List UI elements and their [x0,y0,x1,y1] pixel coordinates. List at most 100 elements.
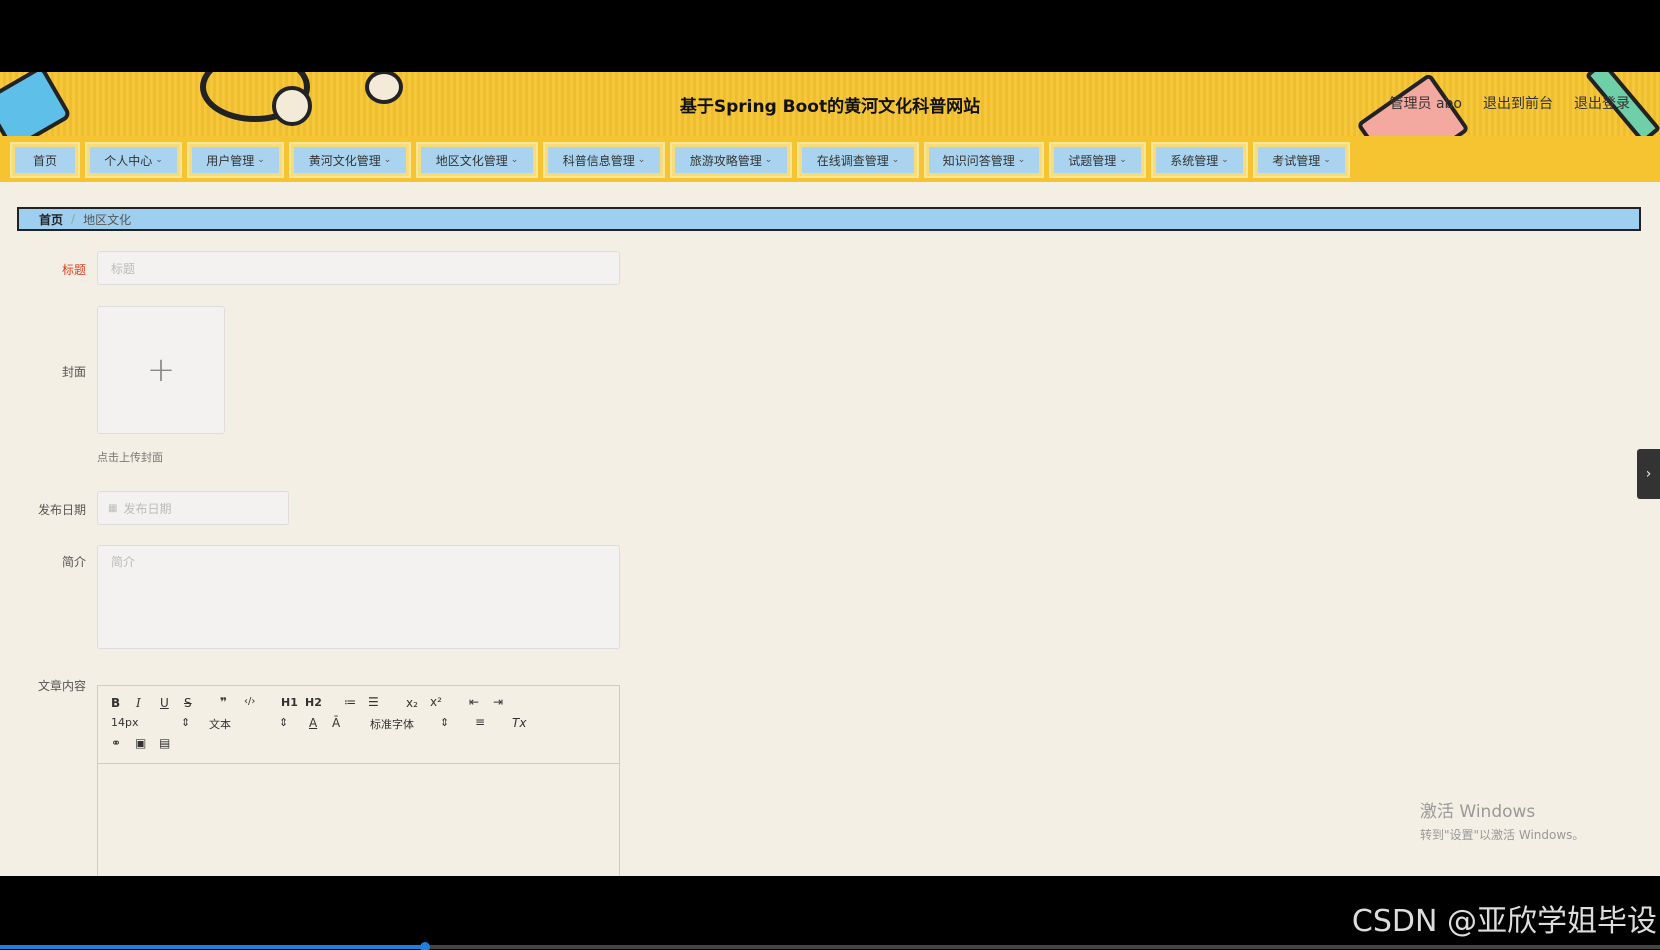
content-label: 文章内容 [37,679,86,693]
code-button[interactable]: ‹/› [244,696,255,707]
align-button[interactable]: ≡ [475,715,485,729]
nav-item-label: 系统管理 [1170,153,1219,168]
ordered-list-button[interactable]: ≔ [344,695,356,709]
nav-item-online-survey[interactable]: 在线调查管理 ⌄ [797,142,919,178]
nav-item-yellow-river-culture[interactable]: 黄河文化管理 ⌄ [289,142,411,178]
subscript-button[interactable]: x₂ [406,696,418,710]
watermark-line1: 激活 Windows [1420,802,1536,822]
text-color-button[interactable]: A [309,716,317,730]
breadcrumb-home[interactable]: 首页 [39,211,63,228]
date-placeholder: 发布日期 [123,501,172,516]
header-select[interactable]: 文本 ⇕ [209,716,294,732]
nav-item-inner: 地区文化管理 ⌄ [421,147,533,173]
bullet-list-button[interactable]: ☰ [368,695,379,709]
nav-item-knowledge-qa[interactable]: 知识问答管理 ⌄ [924,142,1044,178]
nav-item-inner: 首页 [15,147,75,173]
logout-link[interactable]: 退出登录 [1574,93,1630,113]
intro-textarea[interactable]: 简介 [97,545,620,649]
editor-toolbar: B I U S ❞ ‹/› H1 H2 ≔ ☰ x₂ x² ⇤ ⇥ 14px ⇕ [98,686,619,764]
watermark-line2: 转到"设置"以激活 Windows。 [1420,828,1585,842]
chevron-down-icon: ⌄ [1323,155,1331,165]
nav-item-inner: 系统管理 ⌄ [1156,147,1243,173]
breadcrumb-current: 地区文化 [83,212,132,227]
image-button[interactable]: ▣ [135,736,146,750]
strike-button[interactable]: S [184,696,192,710]
nav-item-inner: 考试管理 ⌄ [1258,147,1345,173]
date-label: 发布日期 [37,503,86,517]
nav-item-regional-culture[interactable]: 地区文化管理 ⌄ [416,142,538,178]
back-to-front-link[interactable]: 退出到前台 [1483,93,1553,113]
breadcrumb-separator: / [71,212,76,226]
nav-item-science-info[interactable]: 科普信息管理 ⌄ [543,142,665,178]
side-panel-toggle[interactable]: › [1637,449,1660,499]
chevron-down-icon: ⌄ [764,155,773,165]
cover-label: 封面 [61,365,86,379]
intro-label: 简介 [61,555,86,569]
nav-item-inner: 个人中心 ⌄ [90,147,177,173]
chevron-down-icon: ⌄ [155,155,163,165]
superscript-button[interactable]: x² [430,695,442,709]
chevron-down-icon: ⌄ [891,155,900,165]
font-family-select[interactable]: 标准字体 ⇕ [370,716,455,732]
nav-item-label: 科普信息管理 [562,153,635,168]
updown-icon: ⇕ [279,716,289,729]
nav-item-label: 用户管理 [206,153,255,168]
nav-item-inner: 在线调查管理 ⌄ [802,147,914,173]
h1-button[interactable]: H1 [281,696,298,709]
header-value: 文本 [209,718,231,731]
video-progress-handle[interactable] [419,942,430,950]
rich-text-editor: B I U S ❞ ‹/› H1 H2 ≔ ☰ x₂ x² ⇤ ⇥ 14px ⇕ [97,685,620,876]
plus-icon: + [146,350,176,390]
date-picker[interactable]: ▦ 发布日期 [97,491,289,525]
nav-item-home[interactable]: 首页 [10,142,80,178]
bold-button[interactable]: B [111,696,120,710]
nav-item-inner: 用户管理 ⌄ [192,147,279,173]
clear-format-button[interactable]: Tx [512,716,526,730]
nav-item-inner: 试题管理 ⌄ [1054,147,1141,173]
site-header: 基于Spring Boot的黄河文化科普网站 管理员 abo 退出到前台 退出登… [0,72,1660,136]
outdent-button[interactable]: ⇤ [469,695,479,709]
nav-item-label: 在线调查管理 [816,153,889,168]
nav-item-travel-guides[interactable]: 旅游攻略管理 ⌄ [670,142,792,178]
nav-item-profile[interactable]: 个人中心 ⌄ [85,142,182,178]
nav-item-inner: 科普信息管理 ⌄ [548,147,660,173]
underline-button[interactable]: U [160,696,169,710]
breadcrumb: 首页 / 地区文化 [17,207,1641,231]
main-nav: 首页 个人中心 ⌄ 用户管理 ⌄ 黄河文化管理 ⌄ 地区文化管理 ⌄ 科普信息管理 ⌄ 旅… [0,136,1660,182]
link-button[interactable]: ⚭ [111,736,121,750]
font-size-value: 14px [111,716,139,729]
nav-item-label: 地区文化管理 [435,153,508,168]
calendar-icon: ▦ [108,502,118,514]
csdn-watermark: CSDN @亚欣学姐毕设 [1351,904,1657,939]
nav-item-label: 试题管理 [1068,153,1117,168]
title-input[interactable]: 标题 [97,251,620,285]
cover-upload-hint: 点击上传封面 [97,451,163,464]
chevron-down-icon: ⌄ [1017,155,1026,165]
indent-button[interactable]: ⇥ [493,695,503,709]
editor-content-area[interactable] [98,764,619,876]
title-label: 标题 [61,263,86,277]
quote-button[interactable]: ❞ [220,695,227,709]
nav-item-label: 旅游攻略管理 [689,153,762,168]
nav-item-exams[interactable]: 考试管理 ⌄ [1253,142,1350,178]
nav-item-users[interactable]: 用户管理 ⌄ [187,142,284,178]
nav-item-label: 首页 [32,153,57,168]
chevron-down-icon: ⌄ [257,155,265,165]
chevron-right-icon: › [1645,466,1652,482]
updown-icon: ⇕ [181,716,191,729]
video-progress-fill [0,945,425,949]
admin-app: 基于Spring Boot的黄河文化科普网站 管理员 abo 退出到前台 退出登… [0,72,1660,876]
nav-item-system[interactable]: 系统管理 ⌄ [1151,142,1248,178]
font-size-select[interactable]: 14px ⇕ [111,716,196,729]
background-color-button[interactable]: Ā [332,716,340,730]
italic-button[interactable]: I [136,696,141,710]
nav-item-label: 知识问答管理 [942,153,1015,168]
video-progress-bar[interactable] [0,942,1660,950]
video-button[interactable]: ▤ [159,736,170,750]
nav-item-label: 个人中心 [104,153,153,168]
font-family-value: 标准字体 [370,718,414,731]
nav-item-questions[interactable]: 试题管理 ⌄ [1049,142,1146,178]
h2-button[interactable]: H2 [305,696,322,709]
cover-upload[interactable]: + [97,306,225,434]
nav-item-label: 考试管理 [1272,153,1321,168]
